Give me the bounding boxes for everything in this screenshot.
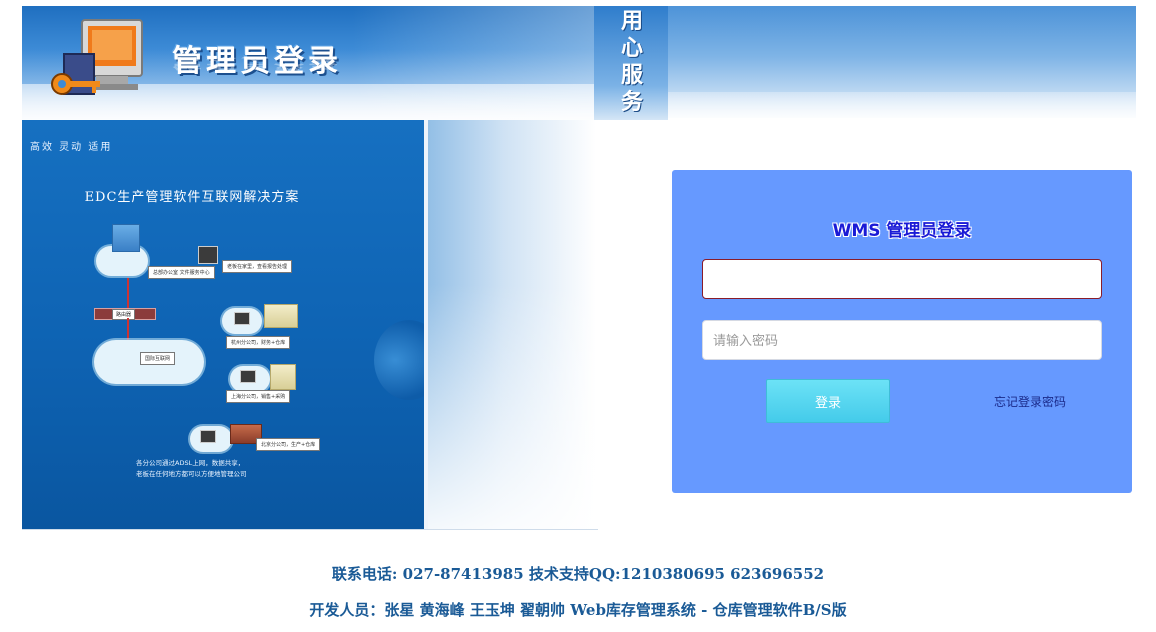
label-hangzhou: 杭州分公司，财务+仓库 (226, 336, 291, 349)
slogan-char: 务 (620, 90, 643, 115)
footer-contact: 联系电话: 027-87413985 技术支持QQ:1210380695 623… (331, 565, 825, 583)
solution-poster: 高效 灵动 适用 EDC生产管理软件互联网解决方案 总部办公室 文件服务中心 老… (22, 120, 424, 530)
poster-note: 各分公司通过ADSL上网，数据共享， 老板在任何地方都可以方便地管理公司 (136, 459, 247, 478)
login-panel: WMS 管理员登录 登录 忘记登录密码 (672, 170, 1132, 493)
footer-developers: 开发人员：张星 黄海峰 王玉坤 翟朝帅 Web库存管理系统 - 仓库管理软件B/… (309, 601, 847, 619)
login-title: WMS 管理员登录 (832, 221, 972, 241)
header-right-banner (668, 6, 1136, 118)
shanghai-pc-icon (240, 370, 256, 383)
label-shanghai: 上海分公司，销售+采购 (226, 390, 291, 403)
poster-title: EDC生产管理软件互联网解决方案 (84, 190, 300, 205)
username-input[interactable] (702, 259, 1102, 299)
boss-computer-icon (198, 246, 218, 264)
hangzhou-building-icon (264, 304, 298, 328)
header-banner: 管理员登录 管理员登录 (22, 6, 594, 120)
header-vertical-slogan: 用 心 服 务 (612, 8, 652, 116)
slogan-char: 服 (620, 63, 643, 88)
poster-tagline: 高效 灵动 适用 (30, 142, 113, 153)
password-input[interactable] (702, 320, 1102, 360)
label-hq: 总部办公室 文件服务中心 (148, 266, 215, 279)
label-internet: 国际互联网 (140, 352, 176, 365)
hq-server-icon (112, 224, 140, 252)
header-title-reflection: 管理员登录 (172, 54, 342, 71)
shanghai-building-icon (270, 364, 296, 390)
forgot-password-link[interactable]: 忘记登录密码 (994, 393, 1066, 410)
slogan-char: 心 (620, 36, 643, 61)
label-beijing: 北京分公司，生产+仓库 (256, 438, 321, 451)
admin-key-computer-icon (51, 19, 143, 95)
hangzhou-pc-icon (234, 312, 250, 325)
slogan-char: 用 (620, 9, 643, 34)
login-button[interactable]: 登录 (766, 379, 890, 423)
beijing-pc-icon (200, 430, 216, 443)
decorative-gradient-panel (428, 120, 596, 530)
label-router: 路由器 (112, 309, 136, 320)
label-boss: 老板在家里，查看报告处理 (222, 260, 293, 273)
